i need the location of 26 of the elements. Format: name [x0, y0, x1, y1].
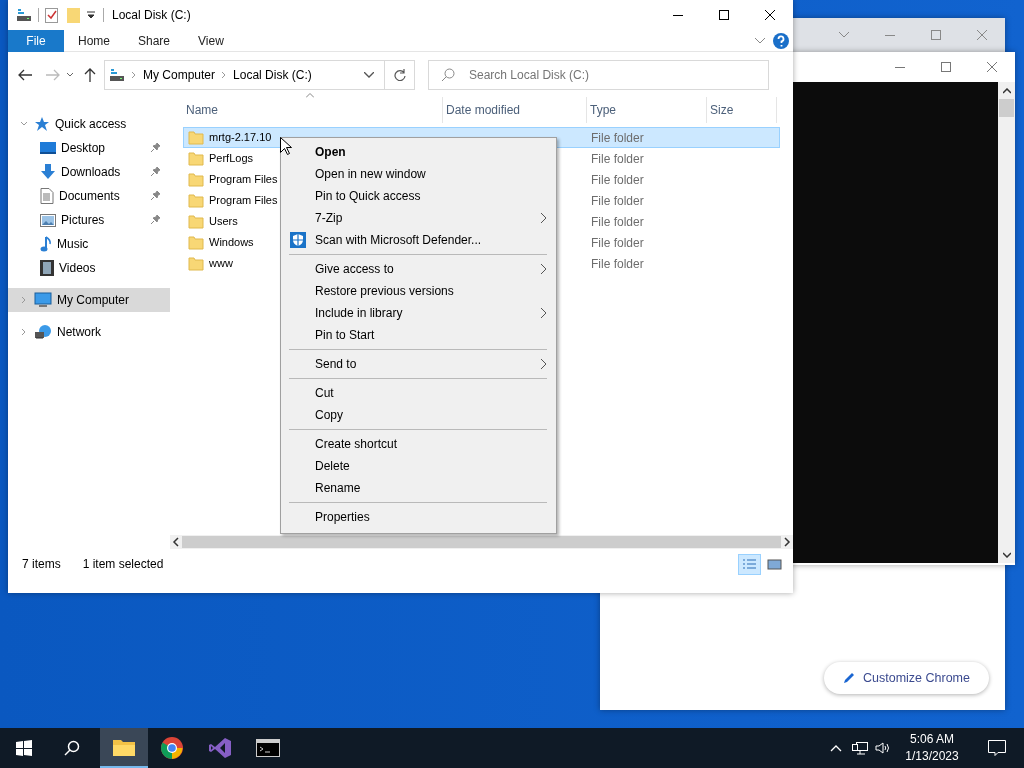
nav-label: Videos: [59, 260, 96, 277]
file-type: File folder: [591, 130, 644, 145]
nav-label: Network: [57, 324, 101, 341]
file-name: Windows: [209, 235, 254, 251]
nav-label: Music: [57, 236, 89, 253]
file-name: Program Files: [209, 193, 278, 209]
item-count: 7 items: [22, 556, 61, 573]
file-type: File folder: [591, 151, 644, 166]
nav-label: Documents: [59, 188, 120, 205]
file-name: Program Files: [209, 172, 278, 188]
file-name: PerfLogs: [209, 151, 254, 167]
file-name: www: [209, 256, 233, 272]
file-name: Users: [209, 214, 238, 230]
nav-label: Pictures: [61, 212, 105, 229]
window-title: Local Disk (C:): [112, 7, 191, 24]
nav-label: My Computer: [57, 292, 130, 309]
file-type: File folder: [591, 214, 644, 229]
file-name: mrtg-2.17.10: [209, 130, 272, 146]
file-type: File folder: [591, 256, 644, 271]
nav-label: Desktop: [61, 140, 106, 157]
file-type: File folder: [591, 193, 644, 208]
selection-count: 1 item selected: [82, 556, 164, 573]
nav-label: Downloads: [61, 164, 121, 181]
file-type: File folder: [591, 235, 644, 250]
file-type: File folder: [591, 172, 644, 187]
nav-label: Quick access: [55, 116, 127, 133]
